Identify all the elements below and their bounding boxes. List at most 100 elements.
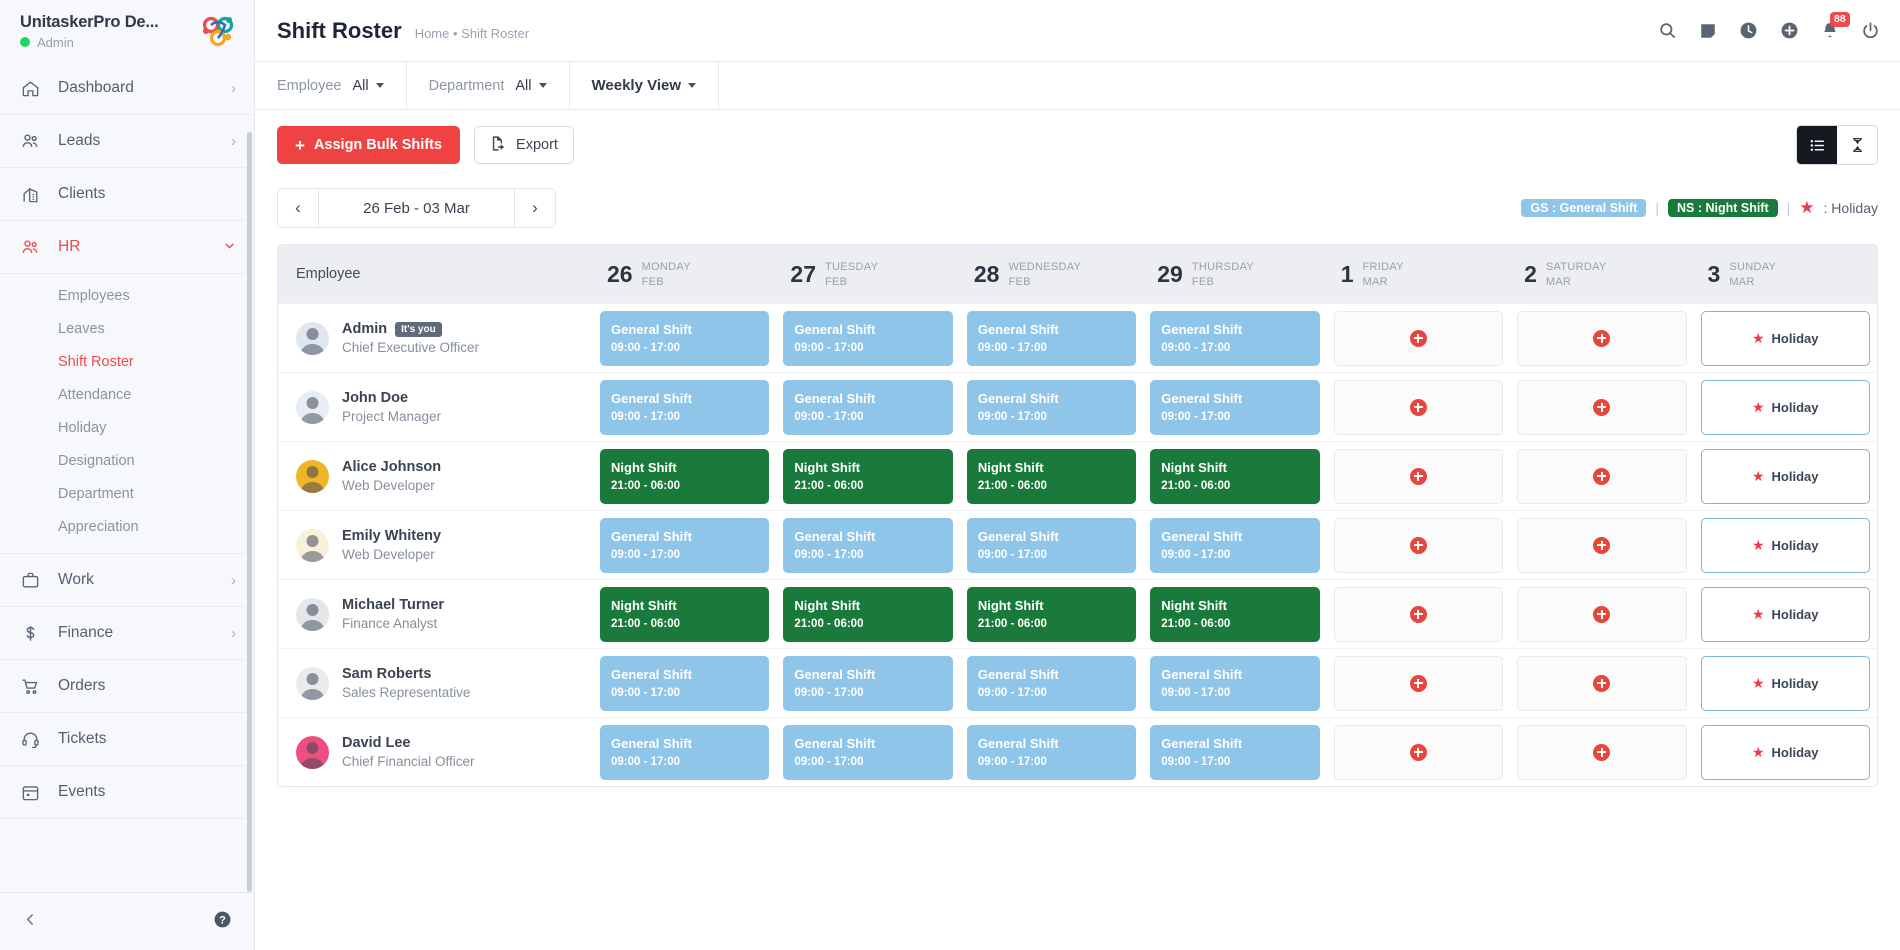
- sidebar-scrollbar[interactable]: [247, 132, 252, 892]
- day-header: 3 SUNDAY MAR: [1694, 261, 1877, 288]
- add-shift-cell[interactable]: [1333, 448, 1504, 504]
- sidebar-item-employees[interactable]: Employees: [0, 279, 254, 312]
- shift-card-general[interactable]: General Shift 09:00 - 17:00: [966, 724, 1137, 780]
- timeline-view-toggle[interactable]: [1837, 126, 1877, 164]
- shift-card-general[interactable]: General Shift 09:00 - 17:00: [600, 655, 770, 711]
- sidebar-item-tickets[interactable]: Tickets: [0, 713, 254, 766]
- shift-card-night[interactable]: Night Shift 21:00 - 06:00: [783, 448, 953, 504]
- export-button[interactable]: Export: [474, 126, 574, 164]
- sidebar-item-designation[interactable]: Designation: [0, 444, 254, 477]
- shift-card-general[interactable]: General Shift 09:00 - 17:00: [966, 379, 1137, 435]
- shift-card-night[interactable]: Night Shift 21:00 - 06:00: [966, 448, 1137, 504]
- add-shift-cell[interactable]: [1517, 448, 1687, 504]
- shift-card-general[interactable]: General Shift 09:00 - 17:00: [1150, 655, 1320, 711]
- department-filter[interactable]: Department All: [407, 62, 570, 109]
- plus-circle-icon[interactable]: [1780, 21, 1799, 40]
- sidebar-item-leaves[interactable]: Leaves: [0, 312, 254, 345]
- employee-name: Sam Roberts: [342, 666, 470, 682]
- help-icon[interactable]: ?: [213, 910, 232, 934]
- legend-holiday: : Holiday: [1823, 200, 1878, 216]
- add-shift-cell[interactable]: [1517, 310, 1687, 366]
- shift-card-general[interactable]: General Shift 09:00 - 17:00: [783, 724, 953, 780]
- shift-card-night[interactable]: Night Shift 21:00 - 06:00: [600, 586, 770, 642]
- brand-header[interactable]: UnitaskerPro De... Admin: [0, 0, 254, 62]
- shift-card-general[interactable]: General Shift 09:00 - 17:00: [1150, 724, 1320, 780]
- add-shift-cell[interactable]: [1333, 310, 1504, 366]
- shift-card-night[interactable]: Night Shift 21:00 - 06:00: [783, 586, 953, 642]
- shift-card-night[interactable]: Night Shift 21:00 - 06:00: [1150, 448, 1320, 504]
- shift-card-general[interactable]: General Shift 09:00 - 17:00: [966, 655, 1137, 711]
- assign-bulk-shifts-button[interactable]: + Assign Bulk Shifts: [277, 126, 461, 164]
- shift-card-general[interactable]: General Shift 09:00 - 17:00: [600, 517, 770, 573]
- plus-circle-icon: [1593, 605, 1611, 623]
- avatar: [296, 735, 329, 769]
- roster-cell: General Shift 09:00 - 17:00: [593, 373, 776, 442]
- add-shift-cell[interactable]: [1333, 655, 1504, 711]
- next-week-button[interactable]: ›: [515, 189, 555, 227]
- prev-week-button[interactable]: ‹: [278, 189, 318, 227]
- sidebar-item-holiday[interactable]: Holiday: [0, 411, 254, 444]
- holiday-cell[interactable]: ★ Holiday: [1700, 310, 1870, 366]
- sidebar-item-events[interactable]: Events: [0, 766, 254, 819]
- shift-card-general[interactable]: General Shift 09:00 - 17:00: [600, 724, 770, 780]
- sidebar-item-leads[interactable]: Leads ›: [0, 115, 254, 168]
- sidebar-item-work[interactable]: Work ›: [0, 554, 254, 607]
- roster-cell: [1510, 718, 1693, 787]
- clock-icon[interactable]: [1739, 21, 1758, 40]
- sidebar-item-dashboard[interactable]: Dashboard ›: [0, 62, 254, 115]
- shift-card-night[interactable]: Night Shift 21:00 - 06:00: [1150, 586, 1320, 642]
- power-icon[interactable]: [1861, 21, 1880, 40]
- shift-time: 09:00 - 17:00: [977, 687, 1047, 699]
- add-shift-cell[interactable]: [1517, 517, 1687, 573]
- add-shift-cell[interactable]: [1517, 724, 1687, 780]
- holiday-cell[interactable]: ★ Holiday: [1700, 586, 1870, 642]
- shift-card-general[interactable]: General Shift 09:00 - 17:00: [600, 379, 770, 435]
- shift-time: 21:00 - 06:00: [611, 480, 681, 492]
- shift-card-general[interactable]: General Shift 09:00 - 17:00: [966, 517, 1137, 573]
- employee-meta: Michael Turner Finance Analyst: [342, 597, 444, 631]
- holiday-cell[interactable]: ★ Holiday: [1700, 448, 1870, 504]
- holiday-cell[interactable]: ★ Holiday: [1700, 517, 1870, 573]
- holiday-cell[interactable]: ★ Holiday: [1700, 724, 1870, 780]
- sidebar-item-hr[interactable]: HR: [0, 221, 254, 274]
- add-shift-cell[interactable]: [1333, 517, 1504, 573]
- roster-cell: General Shift 09:00 - 17:00: [776, 649, 959, 718]
- shift-card-general[interactable]: General Shift 09:00 - 17:00: [1150, 379, 1320, 435]
- brand-role-label: Admin: [37, 34, 74, 50]
- shift-card-night[interactable]: Night Shift 21:00 - 06:00: [600, 448, 770, 504]
- holiday-cell[interactable]: ★ Holiday: [1700, 379, 1870, 435]
- shift-card-general[interactable]: General Shift 09:00 - 17:00: [783, 379, 953, 435]
- employee-filter[interactable]: Employee All: [255, 62, 407, 109]
- view-mode-filter[interactable]: Weekly View: [570, 62, 720, 109]
- holiday-cell[interactable]: ★ Holiday: [1700, 655, 1870, 711]
- add-shift-cell[interactable]: [1333, 379, 1504, 435]
- shift-card-general[interactable]: General Shift 09:00 - 17:00: [600, 310, 770, 366]
- bell-icon[interactable]: 88: [1821, 12, 1850, 40]
- shift-card-general[interactable]: General Shift 09:00 - 17:00: [783, 517, 953, 573]
- sidebar-item-attendance[interactable]: Attendance: [0, 378, 254, 411]
- sidebar-item-shift-roster[interactable]: Shift Roster: [0, 345, 254, 378]
- search-icon[interactable]: [1658, 21, 1677, 40]
- shift-card-general[interactable]: General Shift 09:00 - 17:00: [966, 310, 1137, 366]
- add-shift-cell[interactable]: [1333, 724, 1504, 780]
- note-icon[interactable]: [1699, 22, 1717, 40]
- sidebar-item-orders[interactable]: Orders: [0, 660, 254, 713]
- roster-cell: ★ Holiday: [1694, 373, 1877, 442]
- sidebar-item-finance[interactable]: Finance ›: [0, 607, 254, 660]
- list-view-toggle[interactable]: [1797, 126, 1837, 164]
- shift-card-night[interactable]: Night Shift 21:00 - 06:00: [966, 586, 1137, 642]
- sidebar-item-appreciation[interactable]: Appreciation: [0, 510, 254, 543]
- sidebar-item-department[interactable]: Department: [0, 477, 254, 510]
- shift-legend: GS : General Shift | NS : Night Shift | …: [1521, 198, 1878, 218]
- add-shift-cell[interactable]: [1333, 586, 1504, 642]
- shift-card-general[interactable]: General Shift 09:00 - 17:00: [1150, 310, 1320, 366]
- employee-cell: John Doe Project Manager: [278, 390, 593, 424]
- add-shift-cell[interactable]: [1517, 586, 1687, 642]
- add-shift-cell[interactable]: [1517, 655, 1687, 711]
- shift-card-general[interactable]: General Shift 09:00 - 17:00: [783, 655, 953, 711]
- shift-card-general[interactable]: General Shift 09:00 - 17:00: [783, 310, 953, 366]
- sidebar-item-clients[interactable]: Clients: [0, 168, 254, 221]
- shift-card-general[interactable]: General Shift 09:00 - 17:00: [1150, 517, 1320, 573]
- add-shift-cell[interactable]: [1517, 379, 1687, 435]
- collapse-sidebar-icon[interactable]: [22, 911, 39, 933]
